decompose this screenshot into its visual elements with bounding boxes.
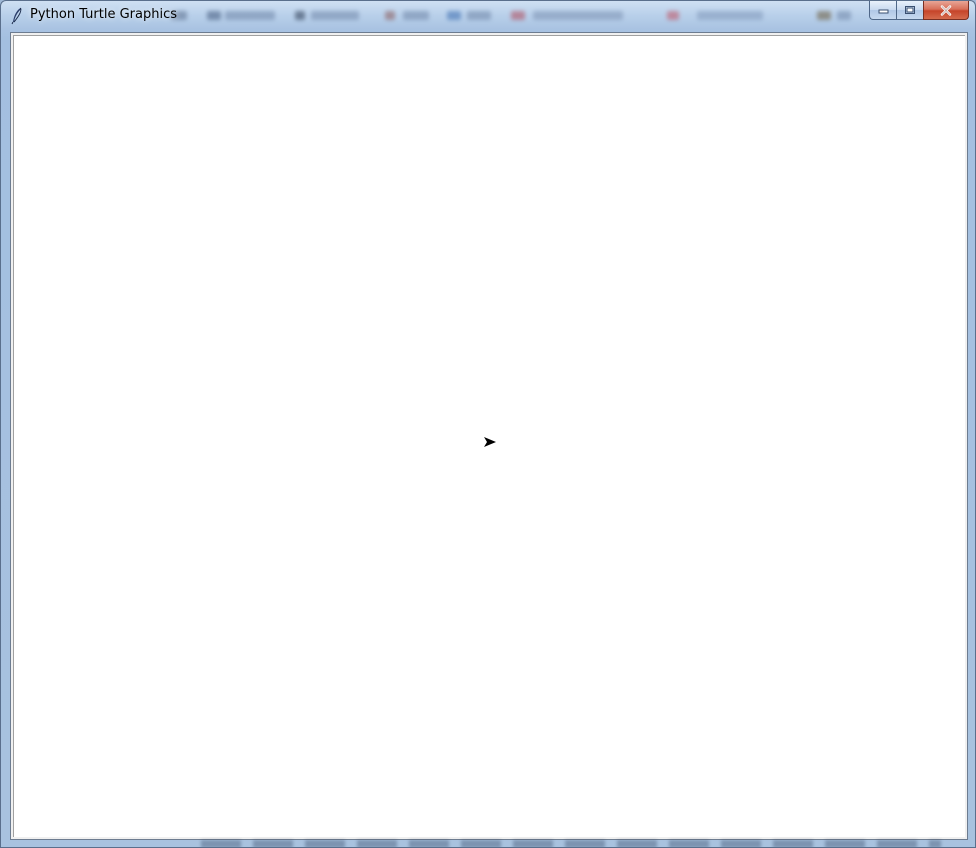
close-button[interactable] [923, 1, 969, 20]
turtle-canvas[interactable] [13, 35, 965, 837]
title-bar[interactable]: Python Turtle Graphics [1, 1, 975, 31]
blurred-background-edge [201, 840, 941, 847]
turtle-window: Python Turtle Graphics [0, 0, 976, 848]
minimize-button[interactable] [869, 1, 896, 20]
blurred-background-taskbar [171, 5, 851, 27]
close-icon [940, 4, 952, 16]
maximize-button[interactable] [896, 1, 923, 20]
feather-icon [11, 7, 22, 25]
window-title: Python Turtle Graphics [30, 7, 177, 22]
window-controls [869, 1, 969, 21]
arrow-turtle-icon [484, 437, 496, 447]
canvas-frame [10, 32, 968, 840]
minimize-icon [878, 9, 888, 14]
restore-icon [905, 6, 915, 14]
